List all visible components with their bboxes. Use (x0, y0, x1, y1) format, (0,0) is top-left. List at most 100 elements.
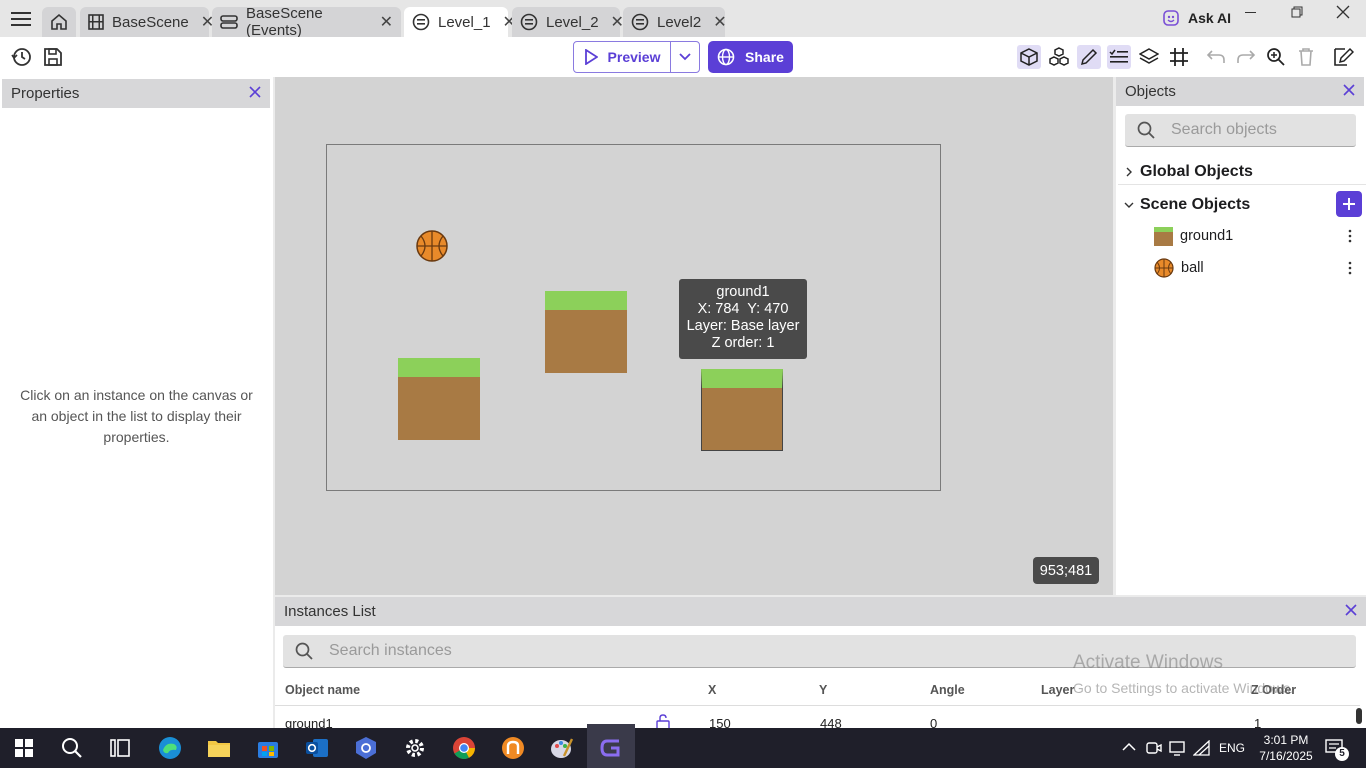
tab-label: Level_1 (438, 13, 491, 31)
objects-cubes-icon[interactable] (1047, 45, 1071, 69)
basketball-icon (1154, 258, 1174, 278)
properties-empty-text: Click on an instance on the canvas or an… (20, 387, 253, 445)
objects-header: Objects (1116, 77, 1364, 106)
tooltip-z-order: Z order: 1 (711, 335, 775, 351)
zoom-icon[interactable] (1264, 45, 1288, 69)
settings-gear-icon[interactable] (391, 724, 439, 768)
undo-icon[interactable] (1204, 45, 1228, 69)
grid-icon[interactable] (1167, 45, 1191, 69)
close-icon[interactable]: ✕ (713, 12, 726, 32)
paint-app-icon[interactable] (538, 724, 586, 768)
search-icon (295, 642, 313, 660)
close-window-button[interactable] (1320, 0, 1366, 24)
share-button[interactable]: Share (708, 41, 793, 73)
layers-icon[interactable] (1137, 45, 1161, 69)
properties-header: Properties (2, 79, 270, 108)
tab-bar: BaseScene ✕ BaseScene (Events) ✕ Level_1… (0, 0, 1366, 39)
3d-cube-icon[interactable] (1017, 45, 1041, 69)
chrome-icon[interactable] (440, 724, 488, 768)
objects-panel: Objects (1116, 77, 1366, 595)
app-orange-icon[interactable] (489, 724, 537, 768)
col-y[interactable]: Y (819, 683, 827, 697)
global-objects-folder[interactable]: Global Objects (1118, 159, 1366, 185)
tab-level-1[interactable]: Level_1 ✕ (404, 7, 516, 37)
redo-icon[interactable] (1234, 45, 1258, 69)
instance-tooltip: ground1 X: 784 Y: 470 Layer: Base layer … (679, 279, 807, 359)
file-explorer-icon[interactable] (195, 724, 243, 768)
objects-search-input[interactable]: Search objects (1125, 114, 1356, 147)
plus-icon (1343, 198, 1355, 210)
ground-instance[interactable] (398, 358, 480, 440)
properties-panel: Properties Click on an instance on the c… (0, 77, 273, 728)
ball-instance[interactable] (416, 230, 448, 262)
meet-now-icon[interactable] (1146, 740, 1162, 756)
main-toolbar: Preview Share (0, 37, 1366, 77)
chevron-down-icon (679, 53, 691, 61)
tab-home[interactable] (42, 7, 76, 37)
task-view-icon[interactable] (96, 724, 144, 768)
more-vert-icon[interactable] (1348, 229, 1352, 243)
instances-list-icon[interactable] (1107, 45, 1131, 69)
save-icon[interactable] (41, 45, 65, 69)
history-icon[interactable] (10, 45, 34, 69)
unlock-icon[interactable] (656, 714, 670, 728)
clock[interactable]: 3:01 PM 7/16/2025 (1256, 732, 1316, 764)
vpn-shield-icon[interactable] (342, 724, 390, 768)
scene-icon (631, 13, 649, 31)
close-icon[interactable] (248, 85, 262, 99)
tab-level2[interactable]: Level2 ✕ (623, 7, 727, 37)
ask-ai-button[interactable]: Ask AI (1162, 9, 1231, 27)
minimize-button[interactable] (1228, 0, 1274, 24)
scene-icon (412, 13, 430, 31)
close-icon[interactable]: ✕ (611, 12, 624, 32)
film-icon (88, 14, 104, 30)
windows-start-icon[interactable] (0, 724, 48, 768)
object-name: ball (1181, 260, 1204, 276)
notes-edit-icon[interactable] (1331, 45, 1355, 69)
close-icon[interactable] (1344, 603, 1358, 617)
ground-instance[interactable] (545, 291, 627, 373)
object-item-ball[interactable]: ball (1118, 257, 1366, 279)
watermark-title: Activate Windows (1073, 652, 1223, 673)
gdevelop-app-icon[interactable] (587, 724, 635, 768)
scrollbar-thumb[interactable] (1356, 708, 1362, 724)
scene-objects-label: Scene Objects (1140, 196, 1251, 213)
activation-watermark: Activate Windows Go to Settings to activ… (1073, 652, 1294, 696)
more-vert-icon[interactable] (1348, 261, 1352, 275)
col-angle[interactable]: Angle (930, 683, 965, 697)
store-icon[interactable] (244, 724, 292, 768)
clock-date: 7/16/2025 (1259, 749, 1313, 763)
tooltip-layer: Layer: Base layer (686, 318, 800, 334)
windows-taskbar: ENG 3:01 PM 7/16/2025 5 (0, 724, 1366, 768)
restore-button[interactable] (1274, 0, 1320, 24)
preview-dropdown-button[interactable] (670, 41, 700, 73)
object-item-ground1[interactable]: ground1 (1118, 225, 1366, 247)
chevron-up-icon[interactable] (1122, 742, 1136, 752)
preview-button[interactable]: Preview (573, 41, 671, 73)
outlook-icon[interactable] (293, 724, 341, 768)
ground-instance-selected[interactable] (701, 369, 783, 451)
col-layer[interactable]: Layer (1041, 683, 1074, 697)
menu-icon[interactable] (11, 10, 33, 28)
trash-icon[interactable] (1294, 45, 1318, 69)
display-icon[interactable] (1169, 740, 1185, 756)
edit-pencil-icon[interactable] (1077, 45, 1101, 69)
language-indicator[interactable]: ENG (1219, 741, 1245, 755)
tab-level-2[interactable]: Level_2 ✕ (512, 7, 624, 37)
add-object-button[interactable] (1336, 191, 1362, 217)
tab-basescene[interactable]: BaseScene ✕ (80, 7, 214, 37)
scene-objects-folder[interactable]: Scene Objects (1118, 192, 1366, 218)
wifi-icon[interactable] (1193, 740, 1211, 756)
tab-label: Level_2 (546, 13, 599, 31)
col-x[interactable]: X (708, 683, 716, 697)
chevron-down-icon (1124, 201, 1134, 209)
globe-icon (717, 48, 735, 66)
search-icon[interactable] (48, 724, 96, 768)
edge-browser-icon[interactable] (146, 724, 194, 768)
tab-basescene-events[interactable]: BaseScene (Events) ✕ (212, 5, 401, 39)
col-object-name[interactable]: Object name (285, 683, 360, 697)
close-icon[interactable]: ✕ (380, 12, 393, 32)
row-x: 150 (709, 716, 731, 728)
tooltip-position: X: 784 Y: 470 (697, 301, 789, 317)
close-icon[interactable] (1342, 83, 1356, 97)
